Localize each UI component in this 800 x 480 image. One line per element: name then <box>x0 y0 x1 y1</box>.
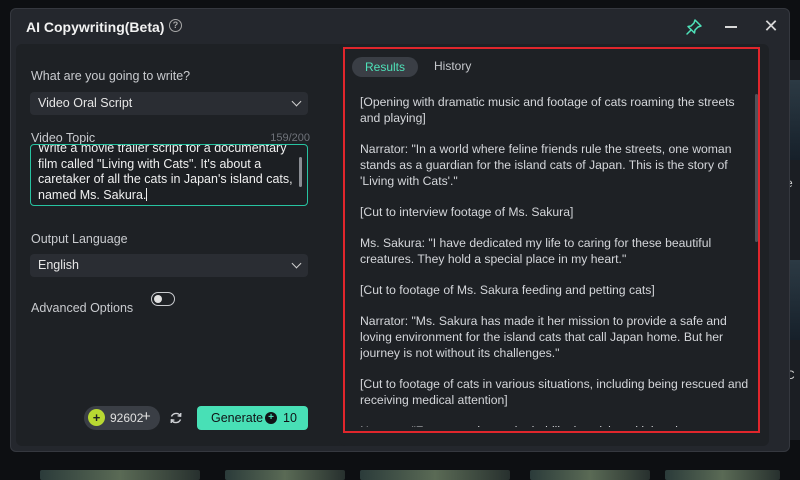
title-bar: AI Copywriting(Beta) ? ✕ <box>11 9 789 45</box>
tab-history[interactable]: History <box>434 59 471 73</box>
input-panel: What are you going to write? Video Oral … <box>16 44 350 446</box>
close-icon[interactable]: ✕ <box>762 17 780 35</box>
credit-coin-icon: + <box>88 409 105 426</box>
write-type-value: Video Oral Script <box>38 96 133 110</box>
background-clip <box>40 470 200 480</box>
result-paragraph: Narrator: "In a world where feline frien… <box>360 142 732 188</box>
background-timeline <box>0 452 800 480</box>
generate-cost: 10 <box>283 411 297 425</box>
result-paragraph: [Cut to footage of Ms. Sakura feeding an… <box>360 283 655 297</box>
topic-scrollbar[interactable] <box>299 157 302 187</box>
write-type-select[interactable]: Video Oral Script <box>30 92 308 115</box>
pin-icon[interactable] <box>685 18 703 36</box>
write-type-label: What are you going to write? <box>31 69 191 83</box>
background-clip <box>225 470 345 480</box>
advanced-options-label: Advanced Options <box>31 301 134 315</box>
results-text-area[interactable]: [Opening with dramatic music and footage… <box>360 94 752 427</box>
chevron-down-icon <box>291 258 302 269</box>
tab-results[interactable]: Results <box>352 57 418 77</box>
chevron-down-icon <box>291 96 302 107</box>
generate-label: Generate <box>211 411 264 425</box>
background-clip <box>360 470 510 480</box>
add-credits-icon[interactable]: + <box>142 408 151 425</box>
video-topic-text: Write a movie trailer script for a docum… <box>38 144 293 202</box>
toggle-knob <box>154 294 162 303</box>
video-topic-label: Video Topic <box>31 131 96 145</box>
result-paragraph: Narrator: "From rescuing and rehabilitat… <box>360 423 752 427</box>
advanced-options-toggle[interactable] <box>151 292 175 306</box>
background-clip <box>530 470 650 480</box>
output-language-label: Output Language <box>31 232 128 246</box>
text-caret <box>146 187 148 201</box>
dialog-title: AI Copywriting(Beta) <box>26 19 165 35</box>
refresh-icon[interactable] <box>169 411 183 425</box>
result-paragraph: Ms. Sakura: "I have dedicated my life to… <box>360 236 712 266</box>
generate-button[interactable]: Generate + 10 <box>197 406 308 430</box>
output-language-value: English <box>38 258 79 272</box>
help-icon[interactable]: ? <box>169 19 182 32</box>
topic-char-counter: 159/200 <box>270 132 310 144</box>
credit-coin-icon: + <box>265 412 277 424</box>
result-paragraph: [Opening with dramatic music and footage… <box>360 95 735 125</box>
background-clip <box>665 470 780 480</box>
credits-badge[interactable]: + 92602 + <box>84 406 160 430</box>
result-paragraph: [Cut to footage of cats in various situa… <box>360 377 749 407</box>
result-paragraph: [Cut to interview footage of Ms. Sakura] <box>360 205 574 219</box>
credits-value: 92602 <box>110 411 144 425</box>
output-language-select[interactable]: English <box>30 254 308 277</box>
results-scrollbar[interactable] <box>755 94 758 242</box>
video-topic-input[interactable]: Write a movie trailer script for a docum… <box>30 144 308 206</box>
minimize-icon[interactable] <box>725 26 737 28</box>
result-paragraph: Narrator: "Ms. Sakura has made it her mi… <box>360 314 727 360</box>
